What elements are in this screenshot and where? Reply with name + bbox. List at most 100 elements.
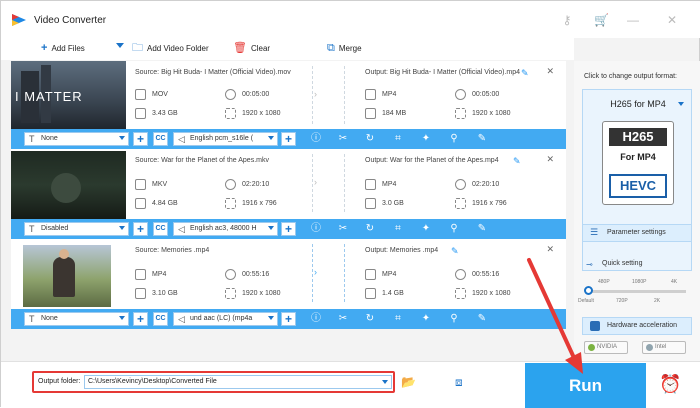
add-subtitle-button[interactable]: + (133, 312, 148, 326)
close-window-icon[interactable]: ✕ (665, 13, 679, 27)
source-format: MP4 (135, 269, 166, 280)
tick-label: 4K (671, 279, 678, 285)
merge-icon: ⧉ (327, 42, 335, 54)
audio-track-select[interactable]: ◁ und aac (LC) (mp4a (173, 312, 278, 326)
cc-button[interactable]: CC (153, 312, 168, 326)
subtitle-select[interactable]: T Disabled (24, 222, 129, 236)
pencil-icon[interactable]: ✎ (513, 156, 521, 167)
hardware-acceleration-button[interactable]: Hardware acceleration (582, 317, 692, 335)
effects-icon[interactable]: ✦ (419, 133, 433, 145)
quality-slider[interactable] (586, 290, 686, 293)
video-thumbnail[interactable] (11, 241, 126, 309)
video-thumbnail[interactable] (11, 151, 126, 219)
scissors-icon[interactable]: ✂ (336, 223, 350, 235)
folder-plus-icon: 🗀 (132, 42, 143, 54)
speaker-icon: ◁ (178, 314, 185, 324)
watermark-icon[interactable]: ⚲ (447, 223, 461, 235)
resolution-icon (455, 288, 466, 299)
output-title: Output: Memories .mp4 (365, 247, 439, 254)
scissors-icon[interactable]: ✂ (336, 133, 350, 145)
info-icon[interactable]: ⓘ (309, 133, 323, 145)
edit-icon[interactable]: ✎ (475, 223, 489, 235)
add-audio-button[interactable]: + (281, 222, 296, 236)
file-row[interactable]: Source: Memories .mp4 MP4 00:55:16 3.10 … (11, 239, 566, 329)
effects-icon[interactable]: ✦ (419, 313, 433, 325)
audio-track-select[interactable]: ◁ English pcm_s16le ( (173, 132, 278, 146)
alarm-clock-icon[interactable]: ⏰ (659, 373, 681, 395)
effects-icon[interactable]: ✦ (419, 223, 433, 235)
cc-button[interactable]: CC (153, 132, 168, 146)
chevron-down-icon (268, 226, 274, 230)
folder-icon (365, 108, 376, 119)
cc-button[interactable]: CC (153, 222, 168, 236)
add-subtitle-button[interactable]: + (133, 222, 148, 236)
close-icon[interactable]: ✕ (546, 154, 554, 165)
close-icon[interactable]: ✕ (546, 244, 554, 255)
file-row[interactable]: Source: War for the Planet of the Apes.m… (11, 149, 566, 239)
watermark-icon[interactable]: ⚲ (447, 133, 461, 145)
subtitle-select[interactable]: T None (24, 312, 129, 326)
arrow-right-icon: › (314, 267, 317, 277)
crop-icon[interactable]: ⌗ (391, 133, 405, 145)
key-icon[interactable]: ⚷ (560, 13, 574, 27)
rotate-icon[interactable]: ↻ (363, 133, 377, 145)
edit-icon[interactable]: ✎ (475, 133, 489, 145)
scissors-icon[interactable]: ✂ (336, 313, 350, 325)
add-audio-button[interactable]: + (281, 312, 296, 326)
clock-icon (455, 269, 466, 280)
clear-button[interactable]: 🗑 Clear (233, 43, 270, 54)
arrow-right-icon: › (314, 177, 317, 187)
pencil-icon[interactable]: ✎ (521, 68, 529, 79)
source-title: Source: Big Hit Buda- I Matter (Official… (135, 69, 291, 76)
thumbnail-caption: I MATTER (15, 89, 83, 104)
speaker-icon: ◁ (178, 224, 185, 234)
rotate-icon[interactable]: ↻ (363, 313, 377, 325)
chevron-down-icon (116, 43, 124, 48)
clock-icon (455, 179, 466, 190)
add-video-folder-button[interactable]: 🗀 Add Video Folder (132, 43, 209, 54)
info-icon[interactable]: ⓘ (309, 223, 323, 235)
file-format-icon (365, 179, 376, 190)
source-format: MKV (135, 179, 167, 190)
cart-icon[interactable]: 🛒 (594, 13, 609, 27)
output-format-selector[interactable]: H265 for MP4 H265 For MP4 HEVC (582, 89, 692, 271)
output-location-icon[interactable]: ⧈ (455, 375, 463, 390)
watermark-icon[interactable]: ⚲ (447, 313, 461, 325)
file-row[interactable]: I MATTER Source: Big Hit Buda- I Matter … (11, 61, 566, 149)
pencil-icon[interactable]: ✎ (451, 246, 459, 257)
add-files-button[interactable]: + Add Files (41, 43, 85, 54)
source-size: 4.84 GB (135, 198, 178, 209)
source-duration: 00:05:00 (225, 89, 269, 100)
resolution-icon (455, 198, 466, 209)
title-bar: Video Converter ⚷ 🛒 — ✕ (1, 1, 700, 38)
close-icon[interactable]: ✕ (546, 66, 554, 77)
output-folder-field[interactable]: C:\Users\Kevincy\Desktop\Converted File (84, 375, 392, 389)
annotation-arrow (527, 258, 583, 374)
parameter-settings-button[interactable]: ☰ Parameter settings (582, 224, 692, 242)
minimize-icon[interactable]: — (626, 13, 640, 27)
edit-icon[interactable]: ✎ (475, 313, 489, 325)
video-thumbnail[interactable]: I MATTER (11, 61, 126, 129)
add-subtitle-button[interactable]: + (133, 132, 148, 146)
crop-icon[interactable]: ⌗ (391, 223, 405, 235)
output-duration: 00:55:16 (455, 269, 499, 280)
intel-toggle[interactable]: Intel (642, 341, 686, 354)
edit-toolbar: T None + CC ◁ und aac (LC) (mp4a + ⓘ ✂ ↻ ⌗… (11, 309, 566, 329)
app-logo-icon (12, 14, 26, 26)
source-duration: 00:55:16 (225, 269, 269, 280)
merge-button[interactable]: ⧉ Merge (327, 43, 362, 54)
subtitle-select[interactable]: T None (24, 132, 129, 146)
source-resolution: 1920 x 1080 (225, 288, 281, 299)
output-duration: 00:05:00 (455, 89, 499, 100)
info-icon[interactable]: ⓘ (309, 313, 323, 325)
tick-label: 720P (616, 298, 628, 304)
crop-icon[interactable]: ⌗ (391, 313, 405, 325)
rotate-icon[interactable]: ↻ (363, 223, 377, 235)
divider (312, 154, 313, 212)
chevron-down-icon (119, 226, 125, 230)
add-audio-button[interactable]: + (281, 132, 296, 146)
add-files-dropdown[interactable] (116, 43, 124, 48)
audio-track-select[interactable]: ◁ English ac3, 48000 H (173, 222, 278, 236)
edit-toolbar: T None + CC ◁ English pcm_s16le ( + ⓘ ✂ ↻ … (11, 129, 566, 149)
open-folder-icon[interactable]: 📂 (401, 375, 416, 389)
